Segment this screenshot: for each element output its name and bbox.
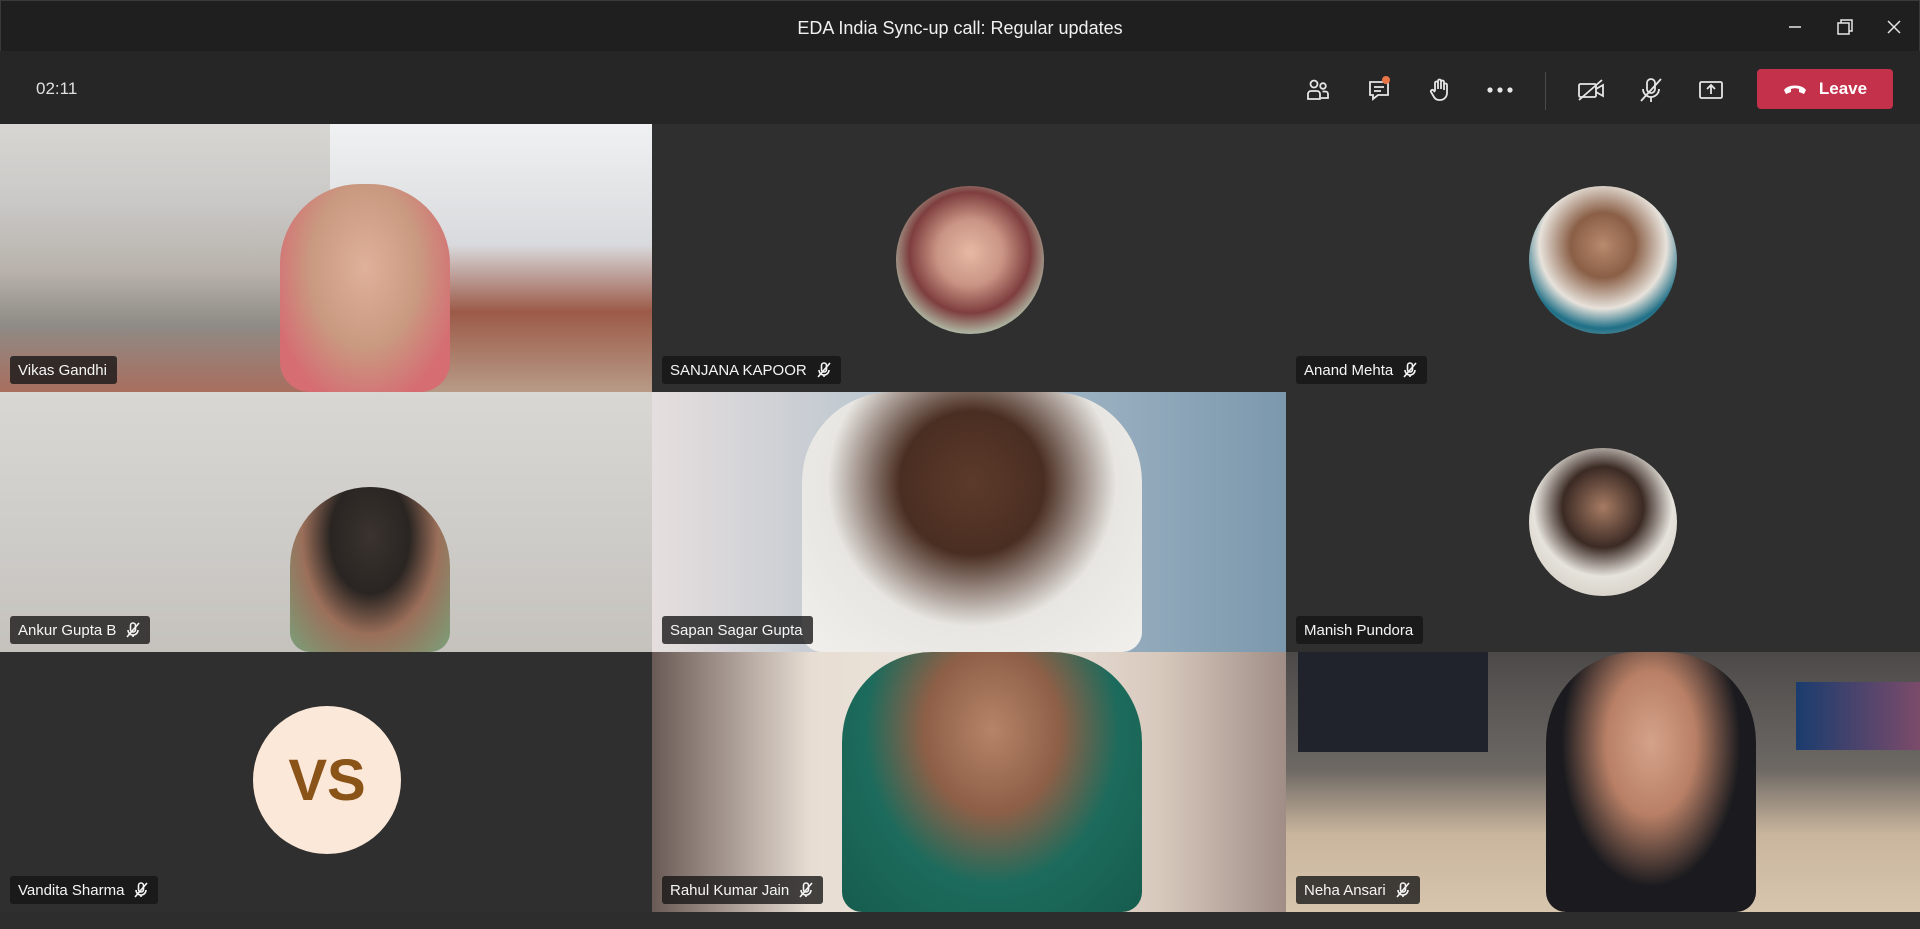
window-title: EDA India Sync-up call: Regular updates [797, 18, 1123, 38]
participant-name-tag: Vandita Sharma [10, 876, 159, 904]
mic-off-icon [1403, 362, 1417, 378]
close-button[interactable] [1877, 11, 1911, 43]
participant-name: Sapan Sagar Gupta [670, 621, 803, 639]
people-icon [1307, 79, 1329, 100]
participant-name: Neha Ansari [1304, 881, 1386, 899]
video-background-screen [1298, 652, 1488, 752]
participant-name-tag: Sapan Sagar Gupta [662, 616, 813, 644]
raise-hand-icon [1429, 78, 1448, 101]
participant-name: Manish Pundora [1304, 621, 1414, 639]
mic-toggle-button[interactable] [1629, 68, 1673, 112]
participants-button[interactable] [1296, 68, 1340, 112]
participant-tile[interactable]: Rahul Kumar Jain [652, 652, 1286, 912]
participant-name: Anand Mehta [1304, 361, 1394, 379]
restore-icon [1837, 19, 1853, 35]
more-options-button[interactable] [1478, 68, 1522, 112]
mic-off-icon [126, 622, 140, 638]
participant-video [280, 184, 450, 392]
video-background-screen [1796, 682, 1920, 750]
participant-avatar [896, 186, 1044, 334]
participant-name: Vandita Sharma [18, 881, 125, 899]
minimize-icon [1789, 26, 1801, 28]
participant-avatar [1529, 448, 1677, 596]
mic-off-icon [1640, 78, 1662, 102]
camera-off-icon [1578, 79, 1604, 101]
participant-tile[interactable]: Anand Mehta [1286, 124, 1920, 392]
restore-button[interactable] [1828, 11, 1862, 43]
share-screen-button[interactable] [1689, 68, 1733, 112]
mic-off-icon [799, 882, 813, 898]
minimize-button[interactable] [1778, 11, 1812, 43]
participant-tile[interactable]: SANJANA KAPOOR [652, 124, 1286, 392]
participant-video [802, 392, 1142, 652]
participant-name-tag: SANJANA KAPOOR [662, 356, 841, 384]
participant-name-tag: Anand Mehta [1296, 356, 1428, 384]
title-bar: EDA India Sync-up call: Regular updates [0, 0, 1920, 51]
leave-label: Leave [1818, 79, 1868, 98]
toolbar-divider [1545, 72, 1546, 110]
mic-off-icon [134, 882, 149, 898]
hang-up-icon [1783, 85, 1806, 94]
participant-tile[interactable]: Manish Pundora [1286, 392, 1920, 652]
participant-name: SANJANA KAPOOR [670, 361, 807, 379]
camera-toggle-button[interactable] [1569, 68, 1613, 112]
participant-name: Ankur Gupta B [18, 621, 117, 639]
participant-name: Rahul Kumar Jain [670, 881, 790, 899]
call-timer: 02:11 [36, 79, 78, 98]
video-grid: Vikas Gandhi SANJANA KAPOOR Anand Mehta … [0, 124, 1920, 912]
participant-name-tag: Neha Ansari [1296, 876, 1420, 904]
close-icon [1887, 20, 1901, 34]
more-icon [1487, 87, 1513, 93]
bottom-strip [0, 912, 1920, 929]
participant-tile[interactable]: Neha Ansari [1286, 652, 1920, 912]
participant-initials-avatar: VS [253, 706, 401, 854]
participant-video [1546, 652, 1756, 912]
participant-tile[interactable]: Sapan Sagar Gupta [652, 392, 1286, 652]
participant-video [842, 652, 1142, 912]
mic-off-icon [817, 362, 831, 378]
participant-name-tag: Ankur Gupta B [10, 616, 151, 644]
participant-tile[interactable]: VS Vandita Sharma [0, 652, 652, 912]
participant-name-tag: Manish Pundora [1296, 616, 1424, 644]
meeting-toolbar: 02:11 Leave [0, 51, 1920, 124]
participant-tile[interactable]: Vikas Gandhi [0, 124, 652, 392]
chat-button[interactable] [1358, 68, 1402, 112]
raise-hand-button[interactable] [1418, 68, 1462, 112]
chat-notification-dot [1382, 76, 1390, 84]
participant-name-tag: Rahul Kumar Jain [662, 876, 824, 904]
participant-video [290, 487, 450, 652]
leave-button[interactable]: Leave [1757, 69, 1893, 109]
participant-avatar [1529, 186, 1677, 334]
participant-name-tag: Vikas Gandhi [10, 356, 117, 384]
mic-off-icon [1396, 882, 1410, 898]
participant-name: Vikas Gandhi [18, 361, 107, 379]
participant-tile[interactable]: Ankur Gupta B [0, 392, 652, 652]
share-screen-icon [1699, 81, 1723, 99]
